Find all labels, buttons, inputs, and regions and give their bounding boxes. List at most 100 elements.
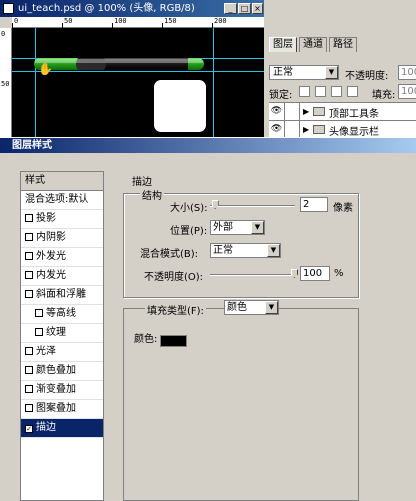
layer-group-row[interactable]: 👁 ▶ 头像显示栏 (269, 120, 416, 138)
chevron-down-icon[interactable]: ▼ (251, 221, 264, 234)
document-window: ui_teach.psd @ 100% (头像, RGB/8) _ □ × 0 … (0, 0, 264, 137)
chevron-down-icon[interactable]: ▼ (265, 301, 278, 314)
layer-link-cell[interactable] (286, 103, 300, 120)
minimize-button[interactable]: _ (224, 3, 237, 14)
lock-all-toggle[interactable] (347, 86, 358, 97)
ruler-label: 0 (14, 17, 19, 25)
fill-input[interactable]: 100% (398, 84, 416, 99)
guide-line[interactable] (213, 28, 214, 137)
opacity-label: 不透明度(O): (144, 272, 204, 283)
style-item-label: 图案叠加 (36, 403, 76, 414)
checkbox[interactable] (25, 252, 33, 260)
style-item-label: 外发光 (36, 251, 66, 262)
ruler-label: 150 (164, 17, 177, 25)
fill-type-label: 填充类型(F): (145, 302, 206, 317)
style-item-inner-shadow[interactable]: 内阴影 (21, 229, 103, 248)
style-item-label: 光泽 (36, 346, 56, 357)
style-item-label: 颜色叠加 (36, 365, 76, 376)
structure-group-title: 结构 (140, 187, 164, 202)
layer-opacity-label: 不透明度: (345, 71, 389, 82)
document-canvas[interactable]: ✋ (12, 28, 264, 137)
stroke-color-swatch[interactable] (160, 335, 187, 347)
checkbox[interactable] (25, 271, 33, 279)
fill-label: 填充: (372, 90, 396, 101)
style-item-pattern-overlay[interactable]: 图案叠加 (21, 400, 103, 419)
checkbox[interactable] (25, 366, 33, 374)
lock-transparency-toggle[interactable] (299, 86, 310, 97)
size-label: 大小(S): (170, 203, 208, 214)
style-item-gradient-overlay[interactable]: 渐变叠加 (21, 381, 103, 400)
style-item-label: 内发光 (36, 270, 66, 281)
opacity-input[interactable]: 100 (300, 266, 330, 281)
ruler-label: 50 (1, 80, 10, 88)
checkbox[interactable] (25, 347, 33, 355)
maximize-button[interactable]: □ (238, 3, 251, 14)
style-item-contour[interactable]: 等高线 (21, 305, 103, 324)
eye-icon[interactable]: 👁 (269, 103, 285, 120)
chevron-down-icon[interactable]: ▼ (325, 66, 338, 79)
layer-name: 头像显示栏 (329, 127, 379, 138)
style-item-drop-shadow[interactable]: 投影 (21, 210, 103, 229)
document-title: ui_teach.psd @ 100% (头像, RGB/8) (18, 3, 195, 14)
lock-position-toggle[interactable] (331, 86, 342, 97)
style-item-label: 渐变叠加 (36, 384, 76, 395)
opacity-unit: % (334, 268, 344, 279)
ruler-horizontal[interactable]: 0 50 100 150 200 (12, 17, 264, 28)
dialog-title-bar[interactable]: 图层样式 (0, 138, 416, 153)
style-item-stroke[interactable]: ✓ 描边 (21, 419, 103, 438)
style-item-blending-options[interactable]: 混合选项:默认 (21, 191, 103, 210)
style-item-label: 混合选项:默认 (25, 194, 89, 205)
folder-icon (313, 107, 325, 116)
close-button[interactable]: × (252, 3, 263, 14)
style-item-label: 斜面和浮雕 (36, 289, 86, 300)
position-label: 位置(P): (170, 226, 208, 237)
tab-channels[interactable]: 通道 (299, 37, 327, 52)
checkbox[interactable] (25, 404, 33, 412)
checkbox[interactable] (35, 328, 43, 336)
size-input[interactable]: 2 (300, 197, 328, 212)
layer-opacity-input[interactable]: 100% (398, 65, 416, 80)
green-toolbar-graphic (34, 58, 204, 70)
chevron-down-icon[interactable]: ▼ (267, 244, 280, 257)
style-item-label: 内阴影 (36, 232, 66, 243)
checkbox[interactable] (25, 214, 33, 222)
layers-panel: 图层 通道 路径 正常 ▼ 不透明度: 100% 锁定: 填充: 100% 👁 … (265, 0, 416, 138)
layer-link-cell[interactable] (286, 121, 300, 138)
style-item-label: 纹理 (46, 327, 66, 338)
tab-paths[interactable]: 路径 (329, 37, 357, 52)
layer-group-row[interactable]: 👁 ▶ 顶部工具条 (269, 102, 416, 120)
dialog-body: 样式 混合选项:默认 投影 内阴影 外发光 内发光 斜面和浮雕 等高线 纹理 光… (0, 153, 416, 501)
layer-name: 顶部工具条 (329, 109, 379, 120)
checkbox[interactable] (35, 309, 43, 317)
blend-mode-label: 混合模式(B): (140, 249, 199, 260)
style-item-label: 描边 (36, 422, 56, 433)
checkbox[interactable] (25, 290, 33, 298)
size-slider[interactable] (210, 205, 295, 207)
chevron-right-icon[interactable]: ▶ (303, 125, 309, 134)
tab-layers[interactable]: 图层 (269, 37, 297, 52)
checkbox-checked[interactable]: ✓ (25, 425, 33, 433)
style-item-inner-glow[interactable]: 内发光 (21, 267, 103, 286)
opacity-slider[interactable] (210, 274, 295, 276)
guide-line[interactable] (35, 28, 36, 137)
style-item-satin[interactable]: 光泽 (21, 343, 103, 362)
checkbox[interactable] (25, 385, 33, 393)
style-list-header[interactable]: 样式 (21, 172, 103, 191)
color-label: 颜色: (134, 334, 158, 345)
style-item-bevel-emboss[interactable]: 斜面和浮雕 (21, 286, 103, 305)
hand-cursor-icon: ✋ (38, 62, 53, 76)
lock-pixels-toggle[interactable] (315, 86, 326, 97)
style-item-outer-glow[interactable]: 外发光 (21, 248, 103, 267)
dialog-title: 图层样式 (12, 140, 52, 151)
style-item-texture[interactable]: 纹理 (21, 324, 103, 343)
ruler-vertical[interactable]: 0 50 (0, 28, 12, 137)
style-item-color-overlay[interactable]: 颜色叠加 (21, 362, 103, 381)
avatar-placeholder-graphic (154, 80, 206, 132)
style-item-label: 投影 (36, 213, 56, 224)
stroke-section-title: 描边 (132, 177, 152, 188)
eye-icon[interactable]: 👁 (269, 121, 285, 138)
document-icon (3, 3, 14, 14)
checkbox[interactable] (25, 233, 33, 241)
chevron-right-icon[interactable]: ▶ (303, 107, 309, 116)
fill-type-group (123, 308, 359, 501)
